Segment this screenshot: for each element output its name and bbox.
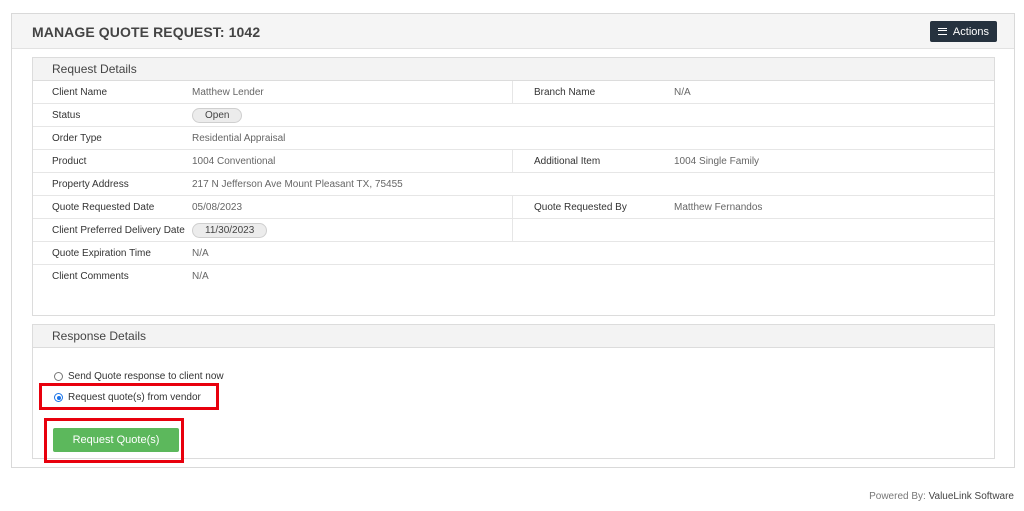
detail-value: Matthew Fernandos: [674, 202, 763, 213]
column-divider: [512, 219, 513, 241]
actions-button[interactable]: Actions: [929, 21, 997, 42]
page-title: MANAGE QUOTE REQUEST: 1042: [32, 24, 261, 40]
detail-label: Client Name: [52, 87, 108, 98]
detail-label: Quote Expiration Time: [52, 248, 151, 259]
response-details-title: Response Details: [33, 325, 994, 348]
footer-powered-by: Powered By: ValueLink Software: [869, 491, 1014, 502]
column-divider: [512, 150, 513, 172]
detail-row-status: Status Open: [33, 104, 994, 127]
detail-row-client-name: Client Name Matthew Lender Branch Name N…: [33, 81, 994, 104]
detail-label: Status: [52, 110, 81, 121]
detail-value: N/A: [674, 87, 691, 98]
detail-row-quote-requested-date: Quote Requested Date 05/08/2023 Quote Re…: [33, 196, 994, 219]
detail-value: 217 N Jefferson Ave Mount Pleasant TX, 7…: [192, 179, 403, 190]
radio-button-selected[interactable]: [54, 393, 63, 402]
column-divider: [512, 196, 513, 218]
detail-value: Matthew Lender: [192, 87, 264, 98]
detail-row-comments: Client Comments N/A: [33, 265, 994, 311]
column-divider: [512, 81, 513, 103]
detail-row-property-address: Property Address 217 N Jefferson Ave Mou…: [33, 173, 994, 196]
status-badge: Open: [192, 108, 243, 123]
detail-value: 1004 Conventional: [192, 156, 276, 167]
radio-send-quote[interactable]: Send Quote response to client now: [54, 371, 224, 382]
detail-row-preferred-delivery: Client Preferred Delivery Date 11/30/202…: [33, 219, 994, 242]
delivery-date-badge: 11/30/2023: [192, 223, 268, 238]
detail-value: Residential Appraisal: [192, 133, 286, 144]
detail-value: 05/08/2023: [192, 202, 243, 213]
request-details-section: Request Details Client Name Matthew Lend…: [32, 57, 995, 316]
radio-request-vendor[interactable]: Request quote(s) from vendor: [54, 392, 201, 403]
radio-button[interactable]: [54, 372, 63, 381]
detail-value: N/A: [192, 271, 209, 282]
detail-row-product: Product 1004 Conventional Additional Ite…: [33, 150, 994, 173]
detail-value: 1004 Single Family: [674, 156, 760, 167]
radio-label: Request quote(s) from vendor: [68, 392, 201, 403]
actions-label: Actions: [952, 25, 989, 38]
detail-label: Quote Requested Date: [52, 202, 155, 213]
detail-label: Order Type: [52, 133, 102, 144]
detail-label: Additional Item: [534, 156, 601, 167]
request-details-title: Request Details: [33, 58, 994, 81]
detail-row-expiration: Quote Expiration Time N/A: [33, 242, 994, 265]
detail-label: Property Address: [52, 179, 129, 190]
detail-label: Quote Requested By: [534, 202, 627, 213]
menu-icon: [937, 28, 947, 35]
panel-header: MANAGE QUOTE REQUEST: 1042 Actions: [12, 14, 1014, 49]
request-quotes-button[interactable]: Request Quote(s): [53, 428, 179, 452]
radio-label: Send Quote response to client now: [68, 371, 224, 382]
detail-label: Branch Name: [534, 87, 596, 98]
detail-label: Client Comments: [52, 271, 129, 282]
detail-value: N/A: [192, 248, 209, 259]
detail-label: Product: [52, 156, 87, 167]
detail-row-order-type: Order Type Residential Appraisal: [33, 127, 994, 150]
footer-prefix: Powered By:: [869, 491, 929, 502]
detail-label: Client Preferred Delivery Date: [52, 225, 185, 236]
footer-brand[interactable]: ValueLink Software: [929, 491, 1014, 502]
